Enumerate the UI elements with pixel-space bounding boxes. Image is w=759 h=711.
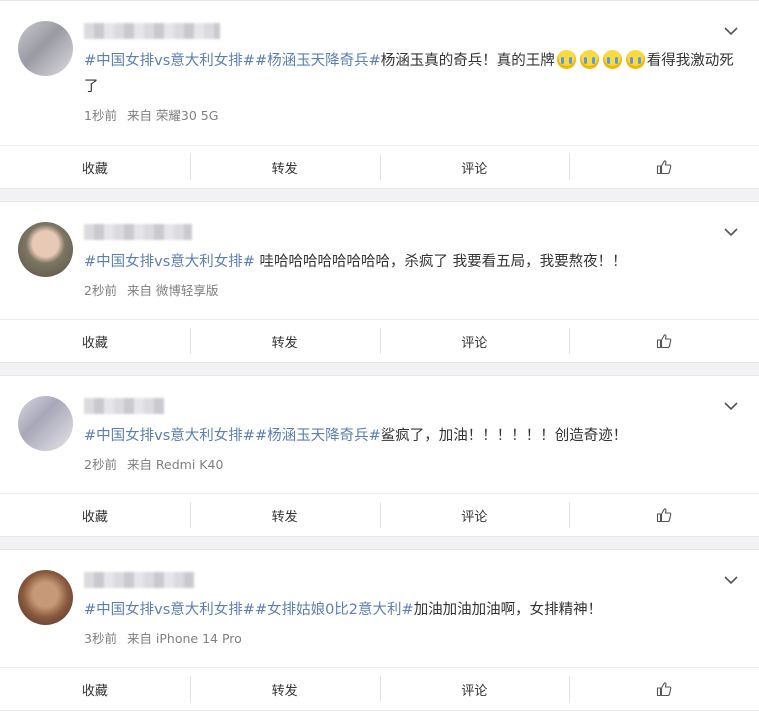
crying-emoji-icon: [602, 50, 622, 69]
favorite-button[interactable]: 收藏: [0, 320, 190, 362]
like-button[interactable]: [569, 320, 759, 362]
favorite-button[interactable]: 收藏: [0, 668, 190, 710]
comment-button[interactable]: 评论: [379, 146, 570, 188]
weibo-feed: #中国女排vs意大利女排##杨涵玉天降奇兵#杨涵玉真的奇兵！真的王牌 看得我激动死…: [0, 0, 759, 711]
hashtag-link[interactable]: #中国女排vs意大利女排#: [84, 428, 255, 444]
post-text: #中国女排vs意大利女排##杨涵玉天降奇兵#杨涵玉真的奇兵！真的王牌 看得我激动死…: [84, 48, 734, 100]
avatar[interactable]: [18, 570, 73, 625]
username-blurred[interactable]: [84, 572, 194, 588]
thumbs-up-icon: [657, 682, 672, 697]
crying-emoji-icon: [625, 50, 645, 69]
chevron-down-icon[interactable]: [723, 23, 739, 39]
post-text: #中国女排vs意大利女排##女排姑娘0比2意大利#加油加油加油啊，女排精神！: [84, 597, 734, 623]
post-body-text: 杨涵玉真的奇兵！真的王牌: [380, 53, 555, 69]
post-source: 来自 Redmi K40: [126, 457, 224, 472]
action-bar: 收藏 转发 评论: [0, 493, 759, 536]
post-time[interactable]: 3秒前: [84, 631, 117, 646]
comment-button[interactable]: 评论: [379, 320, 570, 362]
username-blurred[interactable]: [84, 23, 220, 39]
hashtag-link[interactable]: #杨涵玉天降奇兵#: [255, 53, 381, 69]
hashtag-link[interactable]: #杨涵玉天降奇兵#: [255, 428, 381, 444]
like-button[interactable]: [569, 668, 759, 710]
hashtag-link[interactable]: #女排姑娘0比2意大利#: [255, 602, 414, 618]
like-button[interactable]: [569, 146, 759, 188]
avatar[interactable]: [18, 21, 73, 76]
post-body-text: 哇哈哈哈哈哈哈哈哈，杀疯了 我要看五局，我要熬夜！！: [254, 254, 627, 270]
post-text: #中国女排vs意大利女排##杨涵玉天降奇兵#鲨疯了，加油！！！！！！创造奇迹！: [84, 423, 734, 449]
post-card: #中国女排vs意大利女排# 哇哈哈哈哈哈哈哈哈，杀疯了 我要看五局，我要熬夜！！…: [0, 201, 759, 363]
thumbs-up-icon: [657, 334, 672, 349]
post-time[interactable]: 2秒前: [84, 283, 117, 298]
post-time[interactable]: 1秒前: [84, 108, 117, 123]
post-meta: 2秒前 来自 Redmi K40: [84, 454, 223, 473]
like-button[interactable]: [569, 494, 759, 536]
hashtag-link[interactable]: #中国女排vs意大利女排#: [84, 254, 255, 270]
crying-emoji-icon: [556, 50, 576, 69]
repost-button[interactable]: 转发: [189, 146, 380, 188]
chevron-down-icon[interactable]: [723, 224, 739, 240]
action-bar: 收藏 转发 评论: [0, 145, 759, 188]
crying-emoji-icon: [579, 50, 599, 69]
post-meta: 2秒前 来自 微博轻享版: [84, 280, 218, 299]
favorite-button[interactable]: 收藏: [0, 494, 190, 536]
post-meta: 1秒前 来自 荣耀30 5G: [84, 105, 218, 124]
post-card: #中国女排vs意大利女排##女排姑娘0比2意大利#加油加油加油啊，女排精神！ 3…: [0, 549, 759, 711]
repost-button[interactable]: 转发: [189, 320, 380, 362]
hashtag-link[interactable]: #中国女排vs意大利女排#: [84, 53, 255, 69]
post-card: #中国女排vs意大利女排##杨涵玉天降奇兵#杨涵玉真的奇兵！真的王牌 看得我激动死…: [0, 0, 759, 189]
action-bar: 收藏 转发 评论: [0, 319, 759, 362]
thumbs-up-icon: [657, 160, 672, 175]
post-body-text: 加油加油加油啊，女排精神！: [413, 602, 603, 618]
username-blurred[interactable]: [84, 224, 192, 240]
post-source: 来自 荣耀30 5G: [126, 108, 219, 123]
chevron-down-icon[interactable]: [723, 572, 739, 588]
post-source: 来自 微博轻享版: [126, 283, 219, 298]
post-source: 来自 iPhone 14 Pro: [126, 631, 242, 646]
repost-button[interactable]: 转发: [189, 668, 380, 710]
avatar[interactable]: [18, 396, 73, 451]
favorite-button[interactable]: 收藏: [0, 146, 190, 188]
chevron-down-icon[interactable]: [723, 398, 739, 414]
action-bar: 收藏 转发 评论: [0, 667, 759, 710]
avatar[interactable]: [18, 222, 73, 277]
post-time[interactable]: 2秒前: [84, 457, 117, 472]
post-text: #中国女排vs意大利女排# 哇哈哈哈哈哈哈哈哈，杀疯了 我要看五局，我要熬夜！！: [84, 249, 734, 275]
post-meta: 3秒前 来自 iPhone 14 Pro: [84, 628, 242, 647]
post-body-text: 鲨疯了，加油！！！！！！创造奇迹！: [380, 428, 628, 444]
comment-button[interactable]: 评论: [379, 668, 570, 710]
comment-button[interactable]: 评论: [379, 494, 570, 536]
username-blurred[interactable]: [84, 398, 164, 414]
thumbs-up-icon: [657, 508, 672, 523]
repost-button[interactable]: 转发: [189, 494, 380, 536]
hashtag-link[interactable]: #中国女排vs意大利女排#: [84, 602, 255, 618]
post-card: #中国女排vs意大利女排##杨涵玉天降奇兵#鲨疯了，加油！！！！！！创造奇迹！ …: [0, 375, 759, 537]
